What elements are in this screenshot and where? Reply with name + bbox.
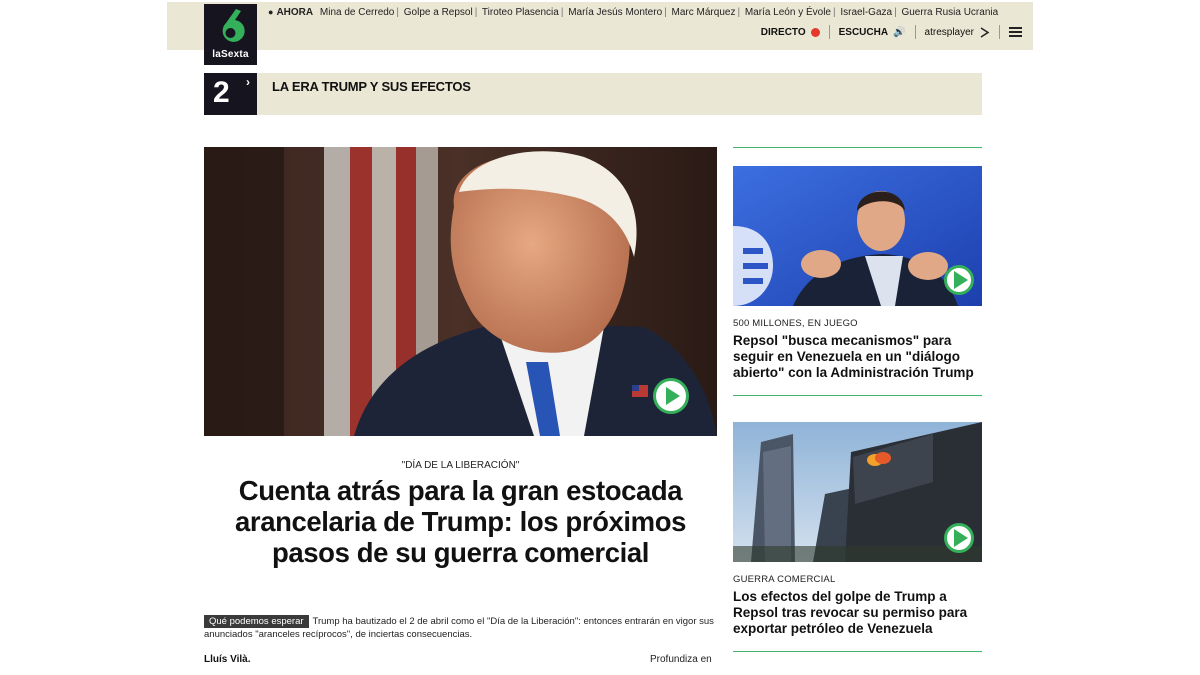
sidebar-article-image[interactable] xyxy=(733,422,982,562)
divider xyxy=(999,25,1000,39)
atresplayer-icon xyxy=(980,26,990,38)
chevron-right-icon: › xyxy=(246,75,250,89)
main-article-image[interactable] xyxy=(204,147,717,436)
live-dot-icon xyxy=(810,27,820,37)
trending-link[interactable]: Tiroteo Plasencia xyxy=(482,7,559,18)
divider xyxy=(733,395,982,396)
section-number: 2 xyxy=(213,76,230,109)
trump-photo xyxy=(204,147,717,436)
trending-link[interactable]: Golpe a Repsol xyxy=(404,7,473,18)
listen-button[interactable]: ESCUCHA 🔊 xyxy=(839,27,906,38)
listen-label: ESCUCHA xyxy=(838,26,889,38)
now-label: AHORA xyxy=(276,7,314,18)
brand-name: laSexta xyxy=(212,49,249,60)
sidebar-article-image[interactable] xyxy=(733,166,982,306)
play-video-icon[interactable] xyxy=(653,378,689,414)
divider xyxy=(828,25,830,39)
main-headline[interactable]: Cuenta atrás para la gran estocada aranc… xyxy=(204,475,717,568)
trending-link[interactable]: Guerra Rusia Ucrania xyxy=(901,7,998,18)
trending-link[interactable]: Marc Márquez xyxy=(672,7,736,18)
speaker-icon: 🔊 xyxy=(893,26,906,38)
trending-topics-bar: ● AHORA Mina de Cerredo | Golpe a Repsol | … xyxy=(268,7,999,18)
sidebar-headline[interactable]: Repsol "busca mecanismos" para seguir en… xyxy=(733,333,982,381)
sidebar-kicker: 500 MILLONES, EN JUEGO xyxy=(733,318,858,329)
play-video-icon[interactable] xyxy=(944,523,974,553)
live-button[interactable]: DIRECTO xyxy=(761,27,820,38)
trending-link[interactable]: Mina de Cerredo xyxy=(320,7,394,18)
lede-tag: Qué podemos esperar xyxy=(204,615,309,628)
section-number-box: 2 › xyxy=(204,73,257,115)
article-lede: Qué podemos esperar Trump ha bautizado el… xyxy=(204,615,717,641)
trending-link[interactable]: Israel-Gaza xyxy=(840,7,892,18)
atresplayer-link[interactable]: atresplayer xyxy=(925,27,990,38)
trending-link[interactable]: María Jesús Montero xyxy=(568,7,662,18)
deeper-label: Profundiza en xyxy=(650,654,712,665)
live-label: DIRECTO xyxy=(760,26,806,38)
divider xyxy=(733,147,982,148)
lasexta-logo[interactable]: laSexta xyxy=(204,4,257,65)
section-title[interactable]: LA ERA TRUMP Y SUS EFECTOS xyxy=(272,79,471,94)
bullet-icon: ● xyxy=(268,7,274,17)
lasexta-six-icon xyxy=(222,9,245,42)
trending-link[interactable]: María León y Évole xyxy=(745,7,831,18)
article-kicker: "DÍA DE LA LIBERACIÓN" xyxy=(401,460,520,471)
play-video-icon[interactable] xyxy=(944,265,974,295)
atresplayer-label: atresplayer xyxy=(924,26,974,38)
divider xyxy=(914,25,916,39)
header-tools: DIRECTO ESCUCHA 🔊 atresplayer xyxy=(761,25,1022,39)
section-bar[interactable]: 2 › LA ERA TRUMP Y SUS EFECTOS xyxy=(204,73,982,115)
menu-icon[interactable] xyxy=(1009,27,1022,37)
sidebar-headline[interactable]: Los efectos del golpe de Trump a Repsol … xyxy=(733,589,982,637)
sidebar-kicker: GUERRA COMERCIAL xyxy=(733,574,836,585)
author-byline[interactable]: Lluís Vilà. xyxy=(204,654,251,665)
divider xyxy=(733,651,982,652)
